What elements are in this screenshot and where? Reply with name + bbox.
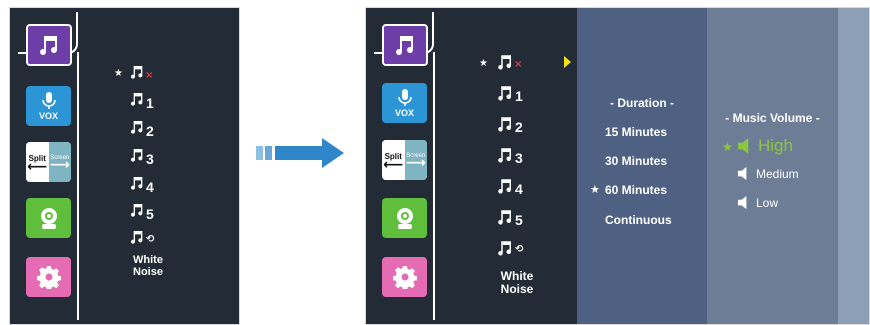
camera-icon	[396, 208, 413, 229]
music-note-icon	[498, 55, 512, 70]
track-number: 2	[146, 123, 154, 139]
track-5[interactable]: 5	[129, 201, 154, 221]
screen-label: Screen ⟶	[48, 142, 71, 182]
vox-label: VOX	[38, 110, 58, 121]
transition-arrow-icon	[256, 138, 344, 168]
white-noise-button[interactable]: White Noise	[124, 254, 172, 278]
music-note-icon	[498, 148, 512, 163]
music-note-icon	[131, 204, 143, 217]
speaker-icon	[738, 138, 749, 154]
track-number: 5	[146, 206, 154, 222]
camera-icon	[40, 208, 57, 229]
star-icon: ★	[722, 140, 733, 154]
track-5[interactable]: 5	[496, 207, 523, 227]
device-screen-after: VOX Split ⟵ Screen ⟶ ★ × 1 2 3 4 5 ⟲ White…	[365, 7, 870, 325]
track-number: 3	[146, 151, 154, 167]
track-3[interactable]: 3	[496, 145, 523, 165]
track-number: 3	[515, 150, 523, 166]
duration-title: - Duration -	[610, 96, 674, 110]
duration-option[interactable]: 15 Minutes	[605, 125, 667, 139]
submenu-pointer-icon	[564, 56, 571, 68]
track-4[interactable]: 4	[496, 176, 523, 196]
split-screen-app-button[interactable]: Split ⟵ Screen ⟶	[382, 140, 427, 180]
loop-icon: ⟲	[515, 244, 524, 255]
split-screen-app-button[interactable]: Split ⟵ Screen ⟶	[26, 142, 71, 182]
music-volume-panel: - Music Volume - ★ High Medium Low	[707, 8, 838, 324]
volume-option[interactable]: Low	[737, 195, 778, 210]
volume-option[interactable]: Medium	[737, 166, 799, 181]
vox-app-button[interactable]: VOX	[382, 83, 427, 123]
track-2[interactable]: 2	[129, 118, 154, 138]
next-panel-edge	[838, 8, 869, 324]
mute-x-icon: ×	[514, 59, 523, 70]
track-muted[interactable]: ×	[496, 52, 522, 72]
track-4[interactable]: 4	[129, 174, 154, 194]
settings-app-button[interactable]	[26, 257, 71, 297]
star-icon: ★	[479, 58, 488, 69]
track-muted[interactable]: ×	[129, 63, 153, 81]
music-note-icon	[498, 86, 512, 101]
microphone-icon	[41, 91, 56, 109]
star-icon: ★	[114, 68, 123, 79]
track-3[interactable]: 3	[129, 146, 154, 166]
music-note-icon	[131, 121, 143, 134]
track-loop[interactable]: ⟲	[496, 238, 523, 258]
music-note-icon	[131, 231, 143, 244]
rail-divider	[433, 52, 435, 320]
arrow-right-icon: ⟶	[49, 157, 70, 173]
screen-label: Screen ⟶	[404, 140, 427, 180]
music-note-icon	[498, 179, 512, 194]
track-number: 1	[146, 95, 154, 111]
vox-app-button[interactable]: VOX	[26, 86, 71, 126]
rail-divider	[77, 52, 79, 320]
arrow-left-icon: ⟵	[383, 156, 404, 173]
music-icon	[396, 36, 414, 56]
music-note-icon	[498, 210, 512, 225]
music-note-icon	[498, 241, 512, 256]
vox-label: VOX	[394, 107, 414, 118]
split-label: Split ⟵	[382, 140, 405, 180]
split-label: Split ⟵	[26, 142, 49, 182]
camera-app-button[interactable]	[382, 198, 427, 238]
music-icon	[40, 36, 58, 56]
gear-icon	[36, 266, 61, 289]
track-loop[interactable]: ⟲	[129, 228, 154, 246]
music-app-button[interactable]	[382, 24, 428, 66]
white-noise-button[interactable]: White Noise	[490, 270, 544, 296]
settings-app-button[interactable]	[382, 257, 427, 297]
music-note-icon	[131, 66, 143, 79]
speaker-icon	[737, 195, 747, 210]
music-note-icon	[131, 93, 143, 106]
duration-option[interactable]: Continuous	[605, 213, 672, 227]
arrow-left-icon: ⟵	[27, 158, 48, 175]
music-app-button[interactable]	[26, 24, 72, 66]
track-1[interactable]: 1	[129, 90, 154, 110]
music-note-icon	[498, 117, 512, 132]
music-note-icon	[131, 177, 143, 190]
volume-option-selected[interactable]: High	[737, 136, 793, 156]
track-2[interactable]: 2	[496, 114, 523, 134]
duration-panel: - Duration - 15 Minutes 30 Minutes ★ 60 …	[577, 8, 707, 324]
duration-option-selected[interactable]: 60 Minutes	[605, 183, 667, 197]
microphone-icon	[397, 88, 412, 106]
speaker-icon	[737, 166, 747, 181]
track-number: 5	[515, 212, 523, 228]
gear-icon	[392, 266, 417, 289]
mute-x-icon: ×	[145, 70, 154, 81]
track-number: 4	[146, 179, 154, 195]
track-number: 4	[515, 181, 523, 197]
arrow-right-icon: ⟶	[405, 155, 426, 171]
music-volume-title: - Music Volume -	[725, 111, 820, 125]
star-icon: ★	[590, 183, 600, 196]
device-screen-before: VOX Split ⟵ Screen ⟶ ★ × 1 2 3 4 5 ⟲ White…	[9, 7, 240, 325]
duration-option[interactable]: 30 Minutes	[605, 154, 667, 168]
loop-icon: ⟲	[146, 234, 155, 245]
music-note-icon	[131, 149, 143, 162]
camera-app-button[interactable]	[26, 198, 71, 238]
track-number: 1	[515, 88, 523, 104]
track-number: 2	[515, 119, 523, 135]
track-1[interactable]: 1	[496, 83, 523, 103]
